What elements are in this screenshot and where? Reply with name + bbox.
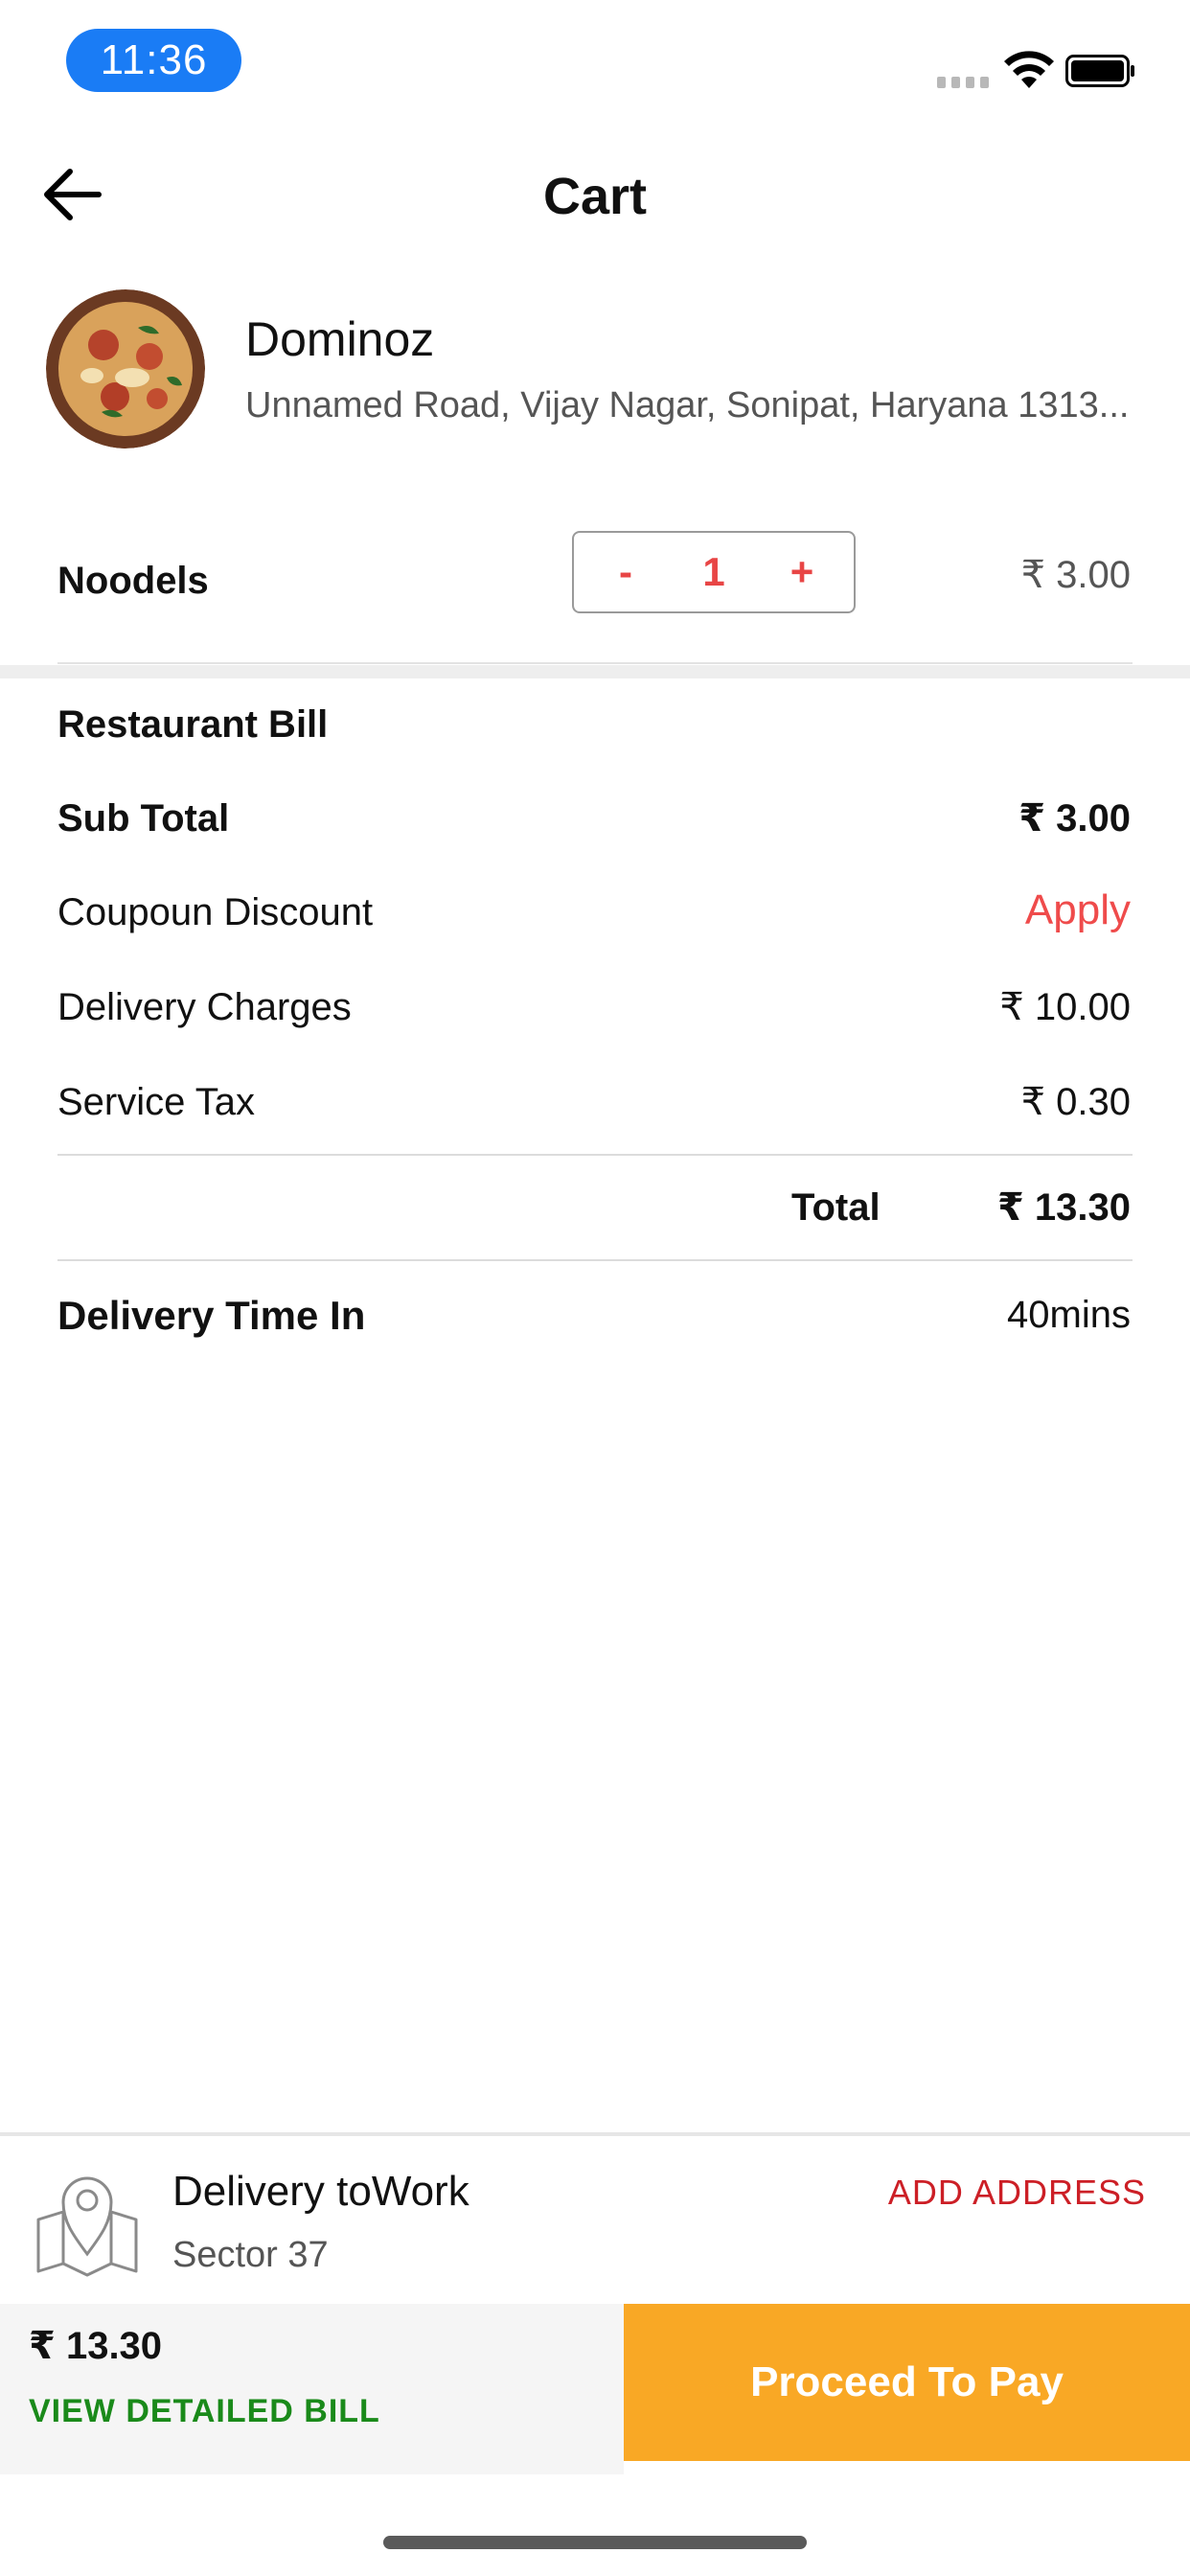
back-button[interactable] <box>38 163 105 226</box>
sub-total-label: Sub Total <box>57 797 230 840</box>
quantity-value: 1 <box>702 549 725 594</box>
cart-item-name: Noodels <box>57 560 209 602</box>
divider <box>57 662 1133 664</box>
cart-item-price: ₹ 3.00 <box>1020 554 1131 596</box>
cellular-signal-icon <box>937 77 989 88</box>
divider <box>0 2132 1190 2136</box>
arrow-left-icon <box>44 169 102 220</box>
decrease-quantity-button[interactable]: - <box>606 549 645 595</box>
delivery-charges-label: Delivery Charges <box>57 986 352 1028</box>
coupon-label: Coupoun Discount <box>57 891 374 933</box>
apply-coupon-button[interactable]: Apply <box>1025 886 1131 935</box>
restaurant-address: Unnamed Road, Vijay Nagar, Sonipat, Hary… <box>245 385 1130 426</box>
delivery-charges-value: ₹ 10.00 <box>999 986 1131 1028</box>
total-value: ₹ 13.30 <box>996 1186 1131 1229</box>
increase-quantity-button[interactable]: + <box>783 549 821 595</box>
battery-icon <box>1065 55 1134 87</box>
status-time: 11:36 <box>66 29 241 92</box>
payable-amount: ₹ 13.30 <box>29 2325 163 2367</box>
service-tax-label: Service Tax <box>57 1081 256 1123</box>
total-label: Total <box>791 1186 881 1229</box>
bill-heading: Restaurant Bill <box>57 703 329 746</box>
divider <box>57 1154 1133 1156</box>
map-pin-icon <box>36 2176 138 2277</box>
quantity-stepper: - 1 + <box>572 531 856 613</box>
sub-total-value: ₹ 3.00 <box>1018 797 1131 840</box>
wifi-icon <box>1004 51 1054 88</box>
service-tax-value: ₹ 0.30 <box>1020 1081 1131 1123</box>
add-address-button[interactable]: ADD ADDRESS <box>888 2170 1146 2216</box>
proceed-to-pay-button[interactable]: Proceed To Pay <box>624 2304 1190 2461</box>
section-separator <box>0 665 1190 678</box>
delivery-address-subtitle: Sector 37 <box>172 2235 329 2275</box>
delivery-time-value: 40mins <box>1007 1294 1131 1336</box>
view-detailed-bill-link[interactable]: VIEW DETAILED BILL <box>29 2388 380 2434</box>
delivery-time-label: Delivery Time In <box>57 1293 366 1338</box>
page-title: Cart <box>542 168 648 225</box>
restaurant-avatar <box>46 289 205 448</box>
divider <box>57 1259 1133 1261</box>
restaurant-name: Dominoz <box>245 312 435 366</box>
delivery-address-title: Delivery toWork <box>172 2168 469 2215</box>
home-indicator[interactable] <box>383 2536 807 2549</box>
